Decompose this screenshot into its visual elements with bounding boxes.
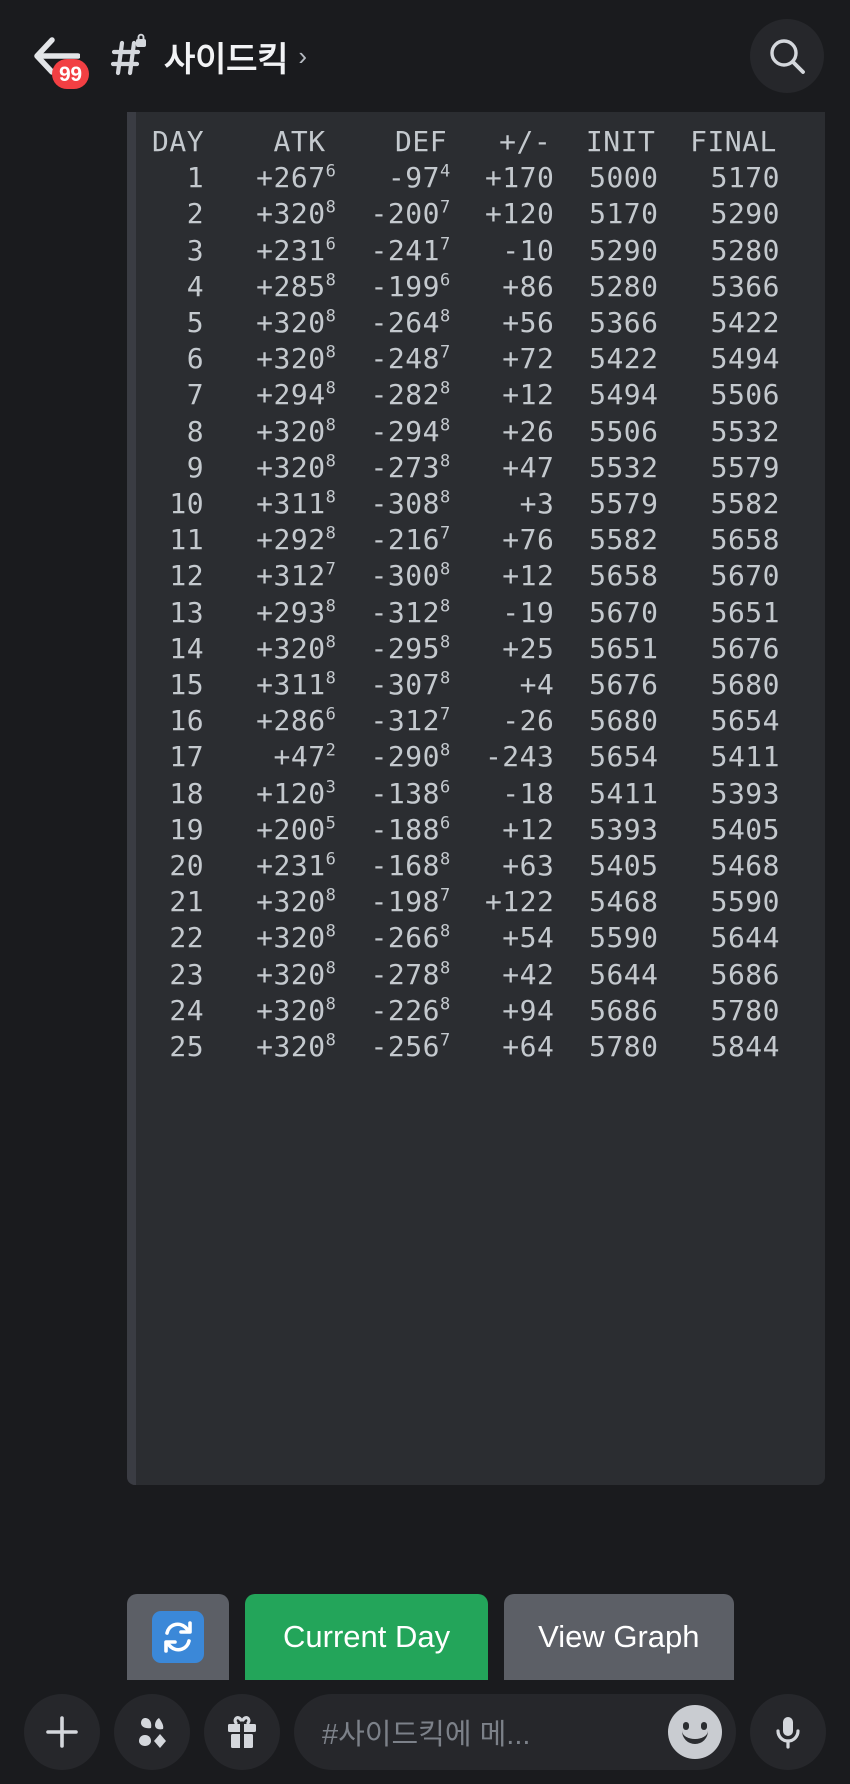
message-composer: #사이드킥에 메...	[0, 1680, 850, 1784]
repeat-icon	[152, 1611, 204, 1663]
message-list[interactable]: DAY ATK DEF +/- INIT FINAL 1 +2676 -974 …	[0, 112, 850, 1680]
back-button[interactable]: 99	[34, 25, 96, 89]
smiley-mouth	[682, 1731, 708, 1744]
sticker-button[interactable]	[114, 1694, 190, 1770]
microphone-icon	[776, 1717, 800, 1749]
current-day-button[interactable]: Current Day	[245, 1594, 489, 1680]
page-title[interactable]: 사이드킥	[164, 32, 289, 81]
code-block-message: DAY ATK DEF +/- INIT FINAL 1 +2676 -974 …	[127, 112, 825, 1485]
search-button[interactable]	[750, 19, 824, 93]
code-block-content: DAY ATK DEF +/- INIT FINAL 1 +2676 -974 …	[152, 125, 781, 1064]
smiley-icon[interactable]	[668, 1705, 722, 1759]
gift-icon	[228, 1716, 256, 1748]
microphone-button[interactable]	[750, 1694, 826, 1770]
gift-button[interactable]	[204, 1694, 280, 1770]
channel-header: 99 사이드킥 ›	[0, 0, 850, 112]
chevron-right-icon[interactable]: ›	[298, 41, 307, 72]
message-action-buttons: Current Day View Graph	[127, 1594, 734, 1680]
search-icon	[770, 39, 805, 74]
chat-screen: 99 사이드킥 › DAY ATK DEF +/- INIT FINAL 1 +	[0, 0, 850, 1784]
refresh-button[interactable]	[127, 1594, 229, 1680]
sticker-icon	[139, 1718, 166, 1748]
message-input[interactable]: #사이드킥에 메...	[322, 1711, 658, 1753]
add-attachment-button[interactable]	[24, 1694, 100, 1770]
unread-badge: 99	[52, 59, 89, 89]
plus-icon	[46, 1716, 78, 1748]
message-input-container[interactable]: #사이드킥에 메...	[294, 1694, 736, 1770]
hash-lock-icon	[110, 33, 148, 79]
view-graph-button[interactable]: View Graph	[504, 1594, 734, 1680]
